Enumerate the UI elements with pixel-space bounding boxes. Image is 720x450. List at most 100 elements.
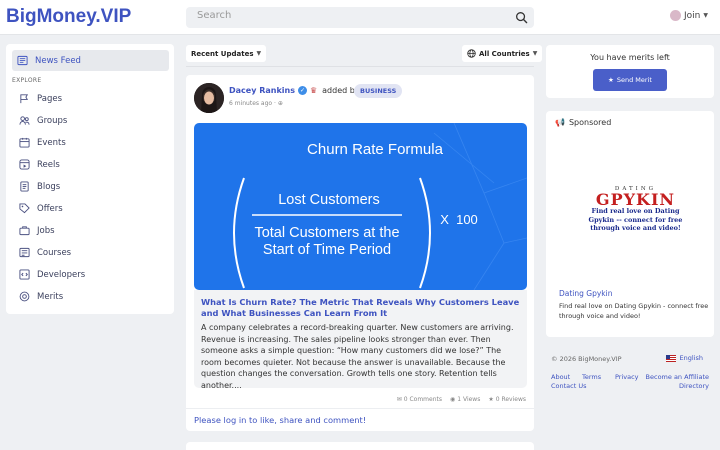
tag-icon [19, 203, 30, 214]
category-badge[interactable]: BUSINESS [354, 84, 403, 98]
post-timestamp: 6 minutes ago · ⊕ [229, 100, 283, 107]
blog-cover-image[interactable]: Churn Rate Formula Lost Customers Total … [194, 123, 527, 290]
footer-link-contact[interactable]: Contact Us [551, 382, 587, 391]
ad-image[interactable]: DATING GPYKIN Find real love on Dating G… [588, 186, 683, 246]
user-avatar [670, 10, 681, 21]
join-menu[interactable]: Join ▼ [670, 10, 708, 21]
sidebar-item-developers[interactable]: Developers [19, 269, 85, 280]
briefcase-icon [19, 226, 30, 236]
chevron-down-icon: ▼ [703, 12, 708, 19]
explore-section-label: EXPLORE [12, 77, 42, 84]
reels-icon [19, 159, 30, 170]
calendar-icon [19, 137, 30, 148]
groups-icon [19, 116, 30, 125]
divider [186, 408, 534, 409]
sponsored-widget: 📢 Sponsored DATING GPYKIN Find real love… [546, 111, 714, 337]
sidebar-item-courses[interactable]: Courses [19, 247, 71, 258]
flag-icon [20, 94, 29, 104]
star-icon: ★ [608, 76, 614, 84]
chevron-down-icon: ▼ [532, 50, 538, 57]
author-name[interactable]: Dacey Rankins [229, 86, 295, 95]
comments-icon: ✉ [396, 396, 402, 403]
author-avatar[interactable] [194, 83, 224, 113]
verified-icon: ✓ [297, 86, 307, 95]
megaphone-icon: 📢 [555, 118, 565, 127]
sidebar-item-label: Reels [37, 159, 60, 170]
globe-icon [467, 49, 476, 58]
sidebar-item-pages[interactable]: Pages [19, 93, 62, 104]
footer-links: About Terms Privacy Become an Affiliate … [551, 373, 709, 393]
language-selector[interactable]: English [665, 354, 703, 362]
sidebar-item-label: News Feed [35, 55, 81, 66]
sidebar-item-label: Jobs [37, 225, 55, 236]
sidebar-item-offers[interactable]: Offers [19, 203, 63, 214]
chevron-down-icon: ▼ [256, 50, 262, 57]
sidebar-item-label: Blogs [37, 181, 61, 192]
top-navbar: BigMoney.VIP Join ▼ [0, 0, 720, 35]
search-bar[interactable] [186, 7, 534, 28]
sidebar-item-blogs[interactable]: Blogs [19, 181, 60, 192]
course-icon [19, 247, 30, 258]
merit-icon [19, 291, 30, 302]
sidebar-item-groups[interactable]: Groups [19, 115, 67, 126]
sidebar-item-merits[interactable]: Merits [19, 291, 63, 302]
country-dropdown[interactable]: All Countries ▼ [462, 45, 543, 62]
ad-tagline: Find real love on Dating Gpykin -- conne… [588, 207, 683, 232]
footer-link-directory[interactable]: Directory [679, 382, 709, 391]
ad-title-link[interactable]: Dating Gpykin [559, 289, 613, 298]
login-prompt-link[interactable]: Please log in to like, share and comment… [194, 415, 366, 425]
join-label: Join [684, 10, 701, 21]
post-header: Dacey Rankins ✓ ♛ added blog [229, 86, 367, 95]
sidebar-item-label: Groups [37, 115, 68, 126]
copyright: © 2026 BigMoney.VIP [551, 355, 622, 363]
sidebar-item-label: Courses [37, 247, 72, 258]
sort-label: Recent Updates [191, 49, 254, 58]
formula-denominator-2: Start of Time Period [263, 242, 391, 258]
sidebar-item-reels[interactable]: Reels [19, 159, 60, 170]
sidebar-item-label: Offers [37, 203, 63, 214]
sponsored-header: 📢 Sponsored [555, 118, 611, 127]
footer-link-privacy[interactable]: Privacy [615, 373, 639, 382]
footer-link-affiliate[interactable]: Become an Affiliate [646, 373, 709, 382]
left-sidebar: News Feed EXPLORE Pages Groups Events Re… [6, 44, 174, 314]
eye-icon: ◉ [450, 396, 456, 403]
formula-multiplier: X 100 [440, 212, 478, 227]
sidebar-item-label: Merits [37, 291, 64, 302]
sort-dropdown[interactable]: Recent Updates ▼ [186, 45, 267, 62]
blog-icon [20, 181, 29, 192]
ad-description: Find real love on Dating Gpykin - connec… [559, 302, 709, 320]
news-feed-icon [17, 55, 28, 66]
send-merit-button[interactable]: ★ Send Merit [593, 69, 667, 91]
code-icon [19, 269, 30, 280]
search-icon[interactable] [515, 11, 528, 24]
crown-icon: ♛ [309, 86, 318, 95]
post-stats: ✉ 0 Comments ◉ 1 Views ★ 0 Reviews [397, 396, 526, 403]
footer-link-terms[interactable]: Terms [582, 373, 601, 382]
views-label: 1 Views [457, 396, 481, 403]
comments-count[interactable]: ✉ 0 Comments [397, 396, 442, 403]
views-count: ◉ 1 Views [450, 396, 480, 403]
formula-numerator: Lost Customers [278, 192, 380, 208]
blog-excerpt: A company celebrates a record-breaking q… [201, 323, 514, 390]
send-merit-label: Send Merit [616, 76, 652, 84]
country-label: All Countries [479, 49, 530, 58]
search-input[interactable] [197, 10, 497, 21]
site-logo[interactable]: BigMoney.VIP [6, 6, 131, 28]
sidebar-item-news-feed[interactable]: News Feed [12, 50, 169, 71]
comments-label: 0 Comments [403, 396, 442, 403]
formula-title: Churn Rate Formula [307, 141, 444, 158]
sidebar-item-label: Pages [37, 93, 63, 104]
sidebar-item-jobs[interactable]: Jobs [19, 225, 55, 236]
blog-preview: What Is Churn Rate? The Metric That Reve… [194, 290, 527, 390]
footer-link-about[interactable]: About [551, 373, 570, 382]
blog-title[interactable]: What Is Churn Rate? The Metric That Reve… [201, 297, 523, 319]
sponsored-label: Sponsored [568, 118, 612, 127]
next-post-card [186, 442, 534, 450]
merits-text: You have merits left [590, 53, 670, 62]
reviews-count[interactable]: ★ 0 Reviews [488, 396, 526, 403]
sidebar-item-label: Events [37, 137, 66, 148]
sidebar-item-label: Developers [37, 269, 86, 280]
sidebar-item-events[interactable]: Events [19, 137, 66, 148]
timestamp-text: 6 minutes ago [229, 100, 273, 107]
merits-widget: You have merits left ★ Send Merit [546, 45, 714, 98]
